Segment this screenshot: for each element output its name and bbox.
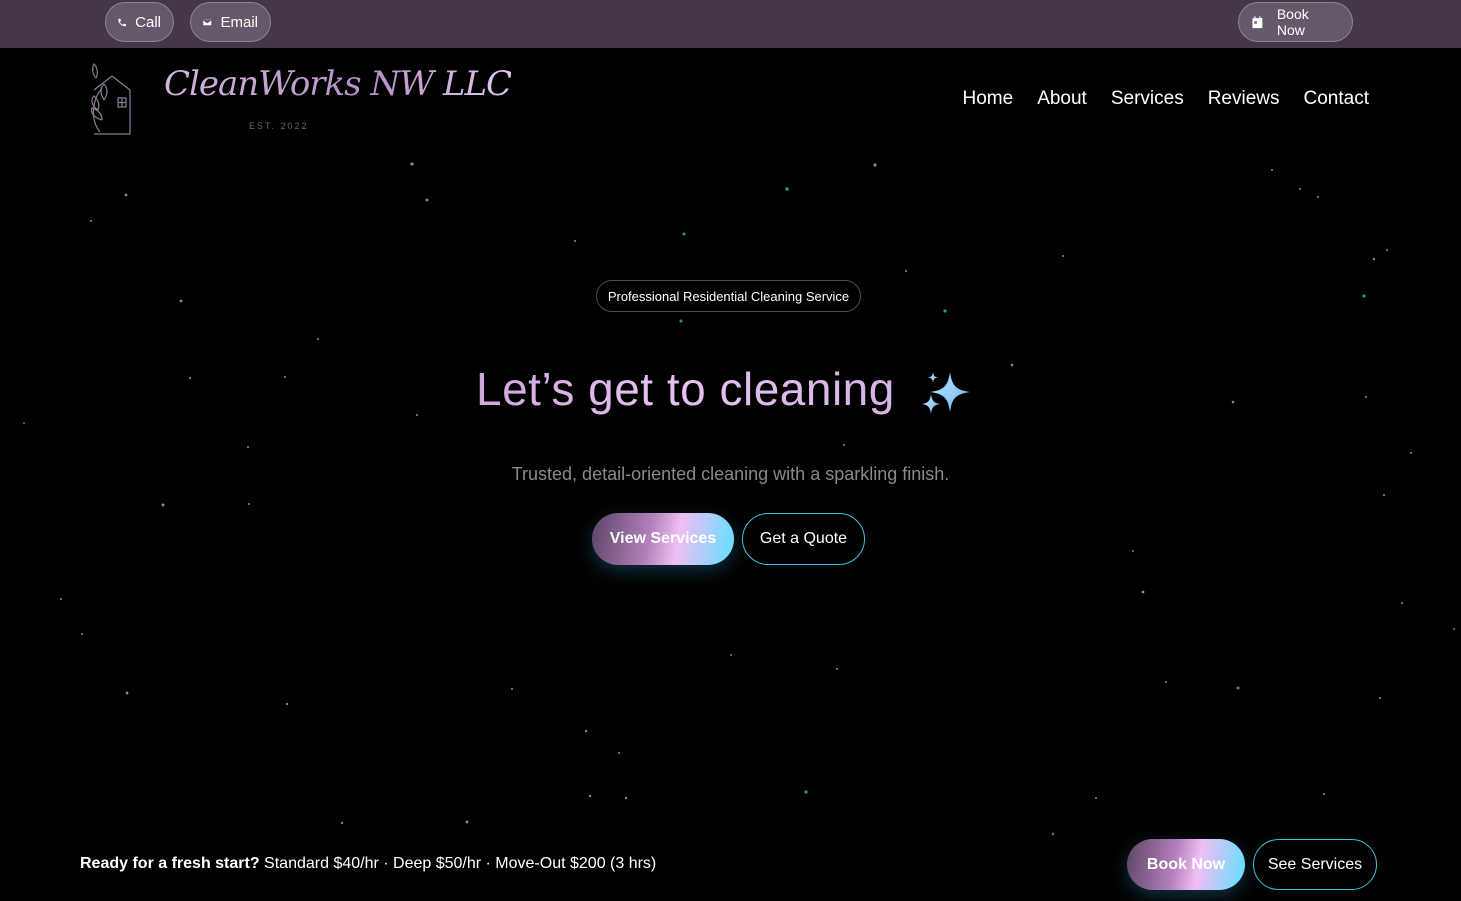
book-now-top-button[interactable]: Book Now bbox=[1238, 2, 1353, 42]
nav-reviews[interactable]: Reviews bbox=[1208, 88, 1280, 110]
view-services-button[interactable]: View Services bbox=[592, 513, 734, 565]
nav-services[interactable]: Services bbox=[1111, 88, 1184, 110]
hero-title: Let’s get to cleaning bbox=[476, 363, 895, 415]
book-now-bottom-button[interactable]: Book Now bbox=[1127, 839, 1245, 890]
top-utility-bar: Call Email Book Now bbox=[0, 0, 1461, 48]
email-label: Email bbox=[220, 13, 258, 31]
see-services-button[interactable]: See Services bbox=[1253, 839, 1377, 890]
book-now-top-label: Book Now bbox=[1276, 6, 1309, 38]
brand-wordmark: CleanWorks NW LLC bbox=[164, 64, 512, 104]
call-label: Call bbox=[135, 13, 161, 31]
envelope-icon bbox=[202, 18, 212, 26]
pricing-details: Standard $40/hr · Deep $50/hr · Move-Out… bbox=[259, 855, 657, 872]
hero-subtitle: Trusted, detail-oriented cleaning with a… bbox=[511, 464, 950, 484]
email-button[interactable]: Email bbox=[190, 2, 271, 42]
get-quote-button[interactable]: Get a Quote bbox=[742, 513, 865, 565]
house-leaf-icon bbox=[90, 62, 131, 135]
pricing-lead: Ready for a fresh start? bbox=[80, 855, 260, 872]
service-badge: Professional Residential Cleaning Servic… bbox=[596, 280, 861, 312]
nav-home[interactable]: Home bbox=[963, 88, 1014, 110]
pricing-summary: Ready for a fresh start? Standard $40/hr… bbox=[80, 855, 656, 873]
call-button[interactable]: Call bbox=[105, 2, 174, 42]
brand-established: EST. 2022 bbox=[249, 121, 309, 131]
sparkles-icon bbox=[922, 372, 970, 414]
nav-contact[interactable]: Contact bbox=[1304, 88, 1369, 110]
brand-logo[interactable]: CleanWorks NW LLC EST. 2022 bbox=[84, 58, 512, 138]
calendar-icon bbox=[1252, 15, 1263, 28]
nav-about[interactable]: About bbox=[1037, 88, 1087, 110]
main-nav: Home About Services Reviews Contact bbox=[963, 88, 1370, 110]
phone-icon bbox=[118, 18, 126, 26]
